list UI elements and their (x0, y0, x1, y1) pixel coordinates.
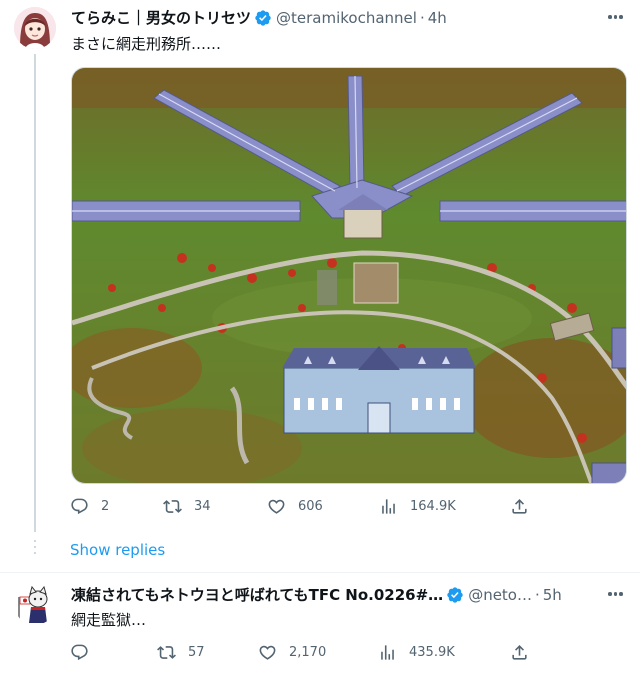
views-icon (382, 499, 395, 514)
thread-line (34, 54, 36, 532)
show-replies-link[interactable]: Show replies (70, 541, 165, 559)
like-button[interactable]: 2,170 (258, 643, 326, 662)
author-handle[interactable]: @neto… (468, 585, 532, 605)
author-avatar[interactable] (14, 7, 56, 49)
verified-badge-icon[interactable] (446, 586, 464, 604)
tweet-text: 網走監獄… (71, 611, 147, 629)
views-icon (381, 645, 394, 660)
tweet-header: てらみこ｜男女のトリセツ @teramikochannel · 4h (71, 8, 447, 28)
retweet-count: 34 (194, 498, 211, 514)
retweet-count: 57 (188, 644, 205, 660)
share-button[interactable] (510, 643, 529, 662)
author-name[interactable]: 凍結されてもネトウヨと呼ばれてもTFC No.0226#… (71, 585, 443, 605)
tweet-actions: 2 34 606 164.9K (70, 497, 540, 521)
tweet-header: 凍結されてもネトウヨと呼ばれてもTFC No.0226#… @neto… · 5… (71, 585, 562, 605)
reply-count: 2 (101, 498, 110, 514)
views-button[interactable]: 164.9K (379, 497, 456, 516)
timestamp[interactable]: 4h (428, 8, 447, 28)
thread-dots (34, 540, 36, 558)
like-count: 606 (298, 498, 323, 514)
views-count: 164.9K (410, 498, 456, 514)
author-name[interactable]: てらみこ｜男女のトリセツ (71, 8, 251, 28)
author-avatar[interactable] (14, 583, 56, 625)
retweet-button[interactable]: 57 (157, 643, 205, 662)
share-icon (512, 499, 527, 514)
share-icon (512, 645, 527, 660)
views-count: 435.9K (409, 644, 455, 660)
retweet-icon (163, 500, 182, 513)
reply-icon (71, 498, 88, 515)
author-handle[interactable]: @teramikochannel (276, 8, 417, 28)
tweet-1: てらみこ｜男女のトリセツ @teramikochannel · 4h まさに網走… (0, 0, 640, 572)
like-icon (268, 499, 285, 514)
like-button[interactable]: 606 (267, 497, 323, 516)
tweet-text: まさに網走刑務所…… (71, 35, 222, 53)
reply-icon (71, 644, 88, 661)
separator-dot: · (534, 586, 540, 604)
tweet-photo[interactable] (71, 67, 627, 484)
like-count: 2,170 (289, 644, 327, 660)
retweet-button[interactable]: 34 (163, 497, 211, 516)
separator-dot: · (419, 9, 425, 27)
tweet-actions: 57 2,170 435.9K (70, 643, 540, 667)
verified-badge-icon[interactable] (254, 9, 272, 27)
more-icon[interactable] (608, 592, 623, 596)
tweet-2: 凍結されてもネトウヨと呼ばれてもTFC No.0226#… @neto… · 5… (0, 573, 640, 676)
more-icon[interactable] (608, 15, 623, 19)
reply-button[interactable]: 2 (70, 497, 109, 516)
share-button[interactable] (510, 497, 529, 516)
timestamp[interactable]: 5h (543, 585, 562, 605)
retweet-icon (157, 646, 176, 659)
views-button[interactable]: 435.9K (378, 643, 455, 662)
like-icon (259, 645, 276, 660)
reply-button[interactable] (70, 643, 101, 662)
